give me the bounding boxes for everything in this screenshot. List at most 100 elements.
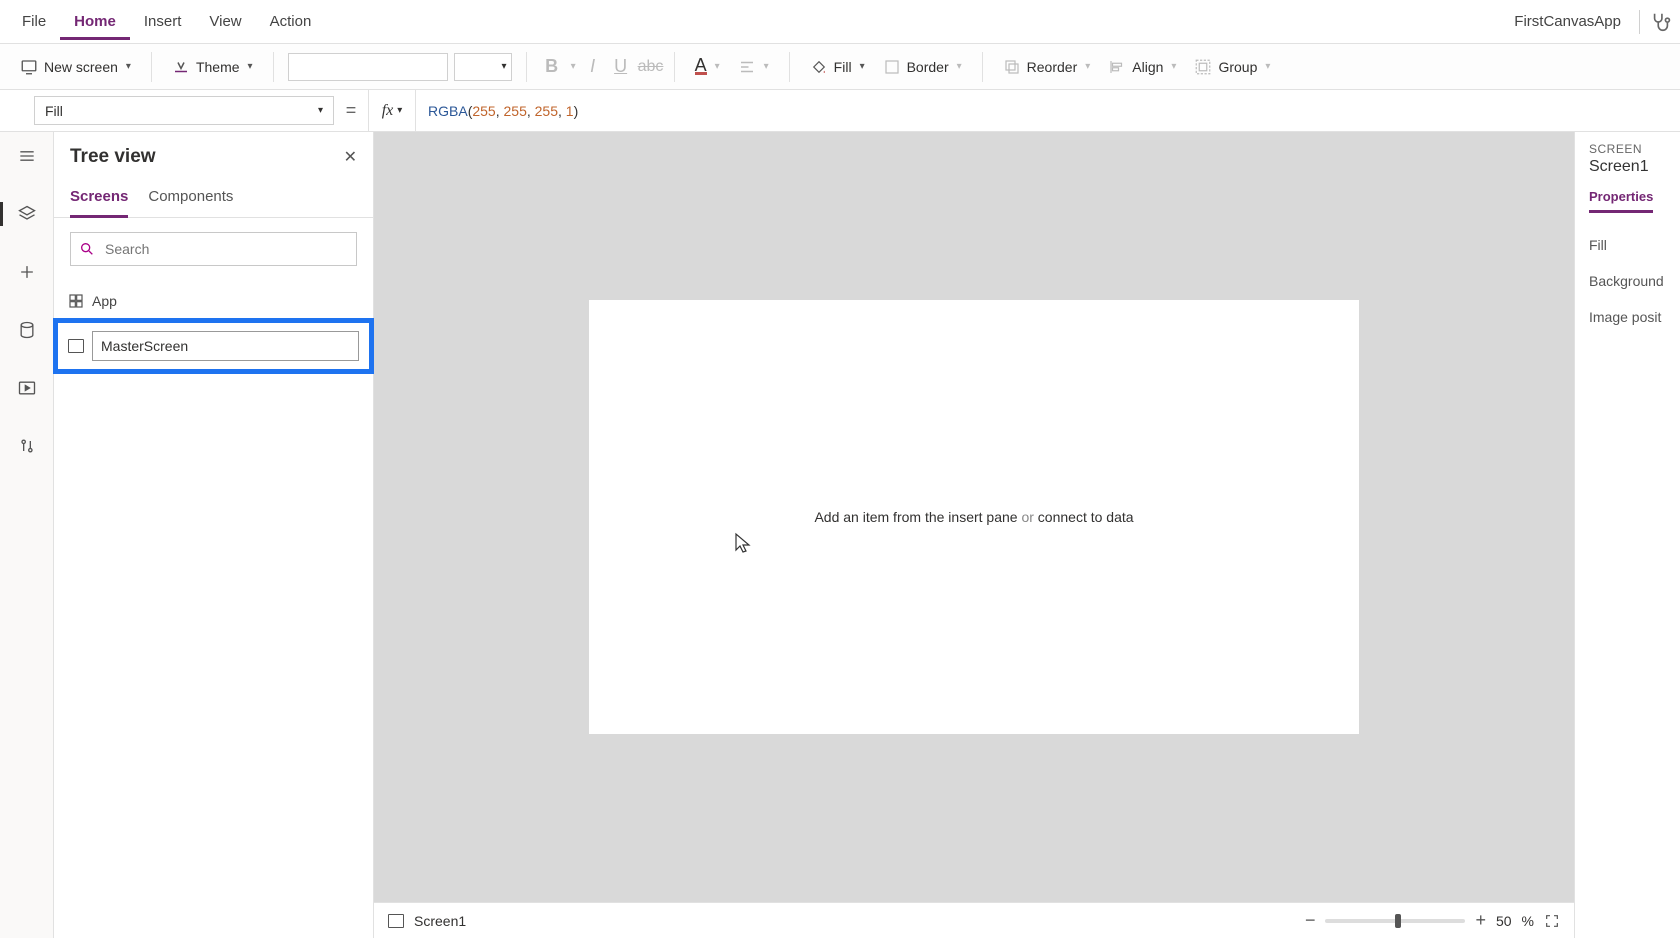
border-label: Border: [907, 59, 949, 75]
status-bar: Screen1 − + 50 %: [374, 902, 1574, 938]
chevron-down-icon: ▾: [715, 61, 720, 72]
align-icon: [1108, 58, 1126, 76]
formula-arg: 1: [566, 103, 574, 119]
underline-button[interactable]: U: [610, 56, 632, 77]
rail-insert[interactable]: [7, 256, 47, 288]
rail-data[interactable]: [7, 314, 47, 346]
font-color-button[interactable]: A ▾: [689, 54, 726, 79]
left-rail: [0, 132, 54, 938]
screen-rename-input[interactable]: [92, 331, 359, 361]
rail-hamburger[interactable]: [7, 140, 47, 172]
new-screen-button[interactable]: New screen ▾: [14, 54, 137, 80]
font-size-select[interactable]: ▾: [454, 53, 512, 81]
border-icon: [883, 58, 901, 76]
tree-items: App: [54, 280, 373, 938]
screen-icon: [388, 914, 404, 928]
close-icon[interactable]: ✕: [344, 147, 357, 167]
divider: [1639, 10, 1640, 34]
theme-icon: [172, 58, 190, 76]
rail-tree-view[interactable]: [7, 198, 47, 230]
canvas-area: Add an item from the insert pane or conn…: [374, 132, 1574, 938]
menu-action[interactable]: Action: [256, 3, 326, 40]
properties-panel: SCREEN Screen1 Properties Fill Backgroun…: [1574, 132, 1680, 938]
rail-advanced[interactable]: [7, 430, 47, 462]
strikethrough-button[interactable]: abc: [638, 58, 660, 76]
align-label: Align: [1132, 59, 1163, 75]
fit-to-screen-icon[interactable]: [1544, 913, 1560, 929]
app-name: FirstCanvasApp: [1514, 13, 1629, 30]
formula-fn: RGBA: [428, 103, 468, 119]
property-row[interactable]: Image posit: [1589, 299, 1672, 335]
database-icon: [17, 320, 37, 340]
properties-tab[interactable]: Properties: [1589, 189, 1653, 213]
menu-file[interactable]: File: [8, 3, 60, 40]
tab-screens[interactable]: Screens: [70, 182, 128, 218]
tree-search[interactable]: [70, 232, 357, 266]
menu-view[interactable]: View: [195, 3, 255, 40]
property-select-value: Fill: [45, 103, 63, 119]
zoom-slider[interactable]: [1325, 919, 1465, 923]
formula-arg: 255: [535, 103, 558, 119]
chevron-down-icon: ▾: [860, 61, 865, 72]
canvas-viewport[interactable]: Add an item from the insert pane or conn…: [374, 132, 1574, 902]
ribbon: New screen ▾ Theme ▾ ▾ B ▾ I U abc A ▾ ▾: [0, 44, 1680, 90]
status-screen-name[interactable]: Screen1: [414, 913, 466, 929]
layers-icon: [17, 204, 37, 224]
properties-kind: SCREEN: [1589, 142, 1672, 156]
fx-button[interactable]: fx ▾: [368, 90, 416, 131]
align-button[interactable]: Align ▾: [1102, 54, 1182, 80]
property-row[interactable]: Fill: [1589, 227, 1672, 263]
property-select[interactable]: Fill ▾: [34, 96, 334, 125]
menu-insert[interactable]: Insert: [130, 3, 196, 40]
italic-button[interactable]: I: [582, 56, 604, 77]
app-checker-icon[interactable]: [1650, 11, 1672, 33]
property-row[interactable]: Background: [1589, 263, 1672, 299]
new-screen-label: New screen: [44, 59, 118, 75]
chevron-down-icon: ▾: [1171, 61, 1176, 72]
chevron-down-icon: ▾: [764, 61, 769, 72]
formula-bar: Fill ▾ = fx ▾ RGBA(255, 255, 255, 1): [0, 90, 1680, 132]
menu-home[interactable]: Home: [60, 3, 130, 40]
rail-media[interactable]: [7, 372, 47, 404]
chevron-down-icon: ▾: [1265, 61, 1270, 72]
fill-button[interactable]: Fill ▾: [804, 54, 871, 80]
tree-node-label: App: [92, 293, 117, 309]
wrench-icon: [17, 436, 37, 456]
reorder-button[interactable]: Reorder ▾: [997, 54, 1097, 80]
group-icon: [1194, 58, 1212, 76]
zoom-thumb[interactable]: [1395, 914, 1401, 928]
plus-icon: [17, 262, 37, 282]
screen-icon: [20, 58, 38, 76]
fill-label: Fill: [834, 59, 852, 75]
zoom-value: 50: [1496, 913, 1512, 929]
font-color-icon: A: [695, 58, 707, 75]
zoom-unit: %: [1522, 913, 1534, 929]
formula-input[interactable]: RGBA(255, 255, 255, 1): [416, 90, 1680, 131]
tree-search-input[interactable]: [103, 240, 348, 258]
group-label: Group: [1218, 59, 1257, 75]
fx-label: fx: [382, 102, 394, 120]
font-family-select[interactable]: [288, 53, 448, 81]
zoom-in-button[interactable]: +: [1475, 910, 1486, 931]
bold-button[interactable]: B: [541, 56, 563, 77]
tree-view-panel: Tree view ✕ Screens Components App: [54, 132, 374, 938]
chevron-down-icon: ▾: [318, 105, 323, 116]
group-button[interactable]: Group ▾: [1188, 54, 1276, 80]
paint-bucket-icon: [810, 58, 828, 76]
search-icon: [79, 241, 95, 257]
app-icon: [68, 293, 84, 309]
tree-view-title: Tree view: [70, 146, 156, 168]
reorder-icon: [1003, 58, 1021, 76]
border-button[interactable]: Border ▾: [877, 54, 968, 80]
tab-components[interactable]: Components: [148, 182, 233, 217]
canvas-hint-data-link[interactable]: connect to data: [1038, 509, 1134, 525]
theme-label: Theme: [196, 59, 240, 75]
tree-node-screen-selected[interactable]: [53, 318, 374, 374]
theme-button[interactable]: Theme ▾: [166, 54, 259, 80]
zoom-out-button[interactable]: −: [1305, 910, 1316, 931]
text-align-button[interactable]: ▾: [732, 54, 775, 80]
canvas-hint-insert-link[interactable]: Add an item from the insert pane: [814, 509, 1017, 525]
canvas-hint: Add an item from the insert pane or conn…: [814, 509, 1133, 525]
tree-node-app[interactable]: App: [54, 284, 373, 318]
screen-canvas[interactable]: Add an item from the insert pane or conn…: [589, 300, 1359, 734]
